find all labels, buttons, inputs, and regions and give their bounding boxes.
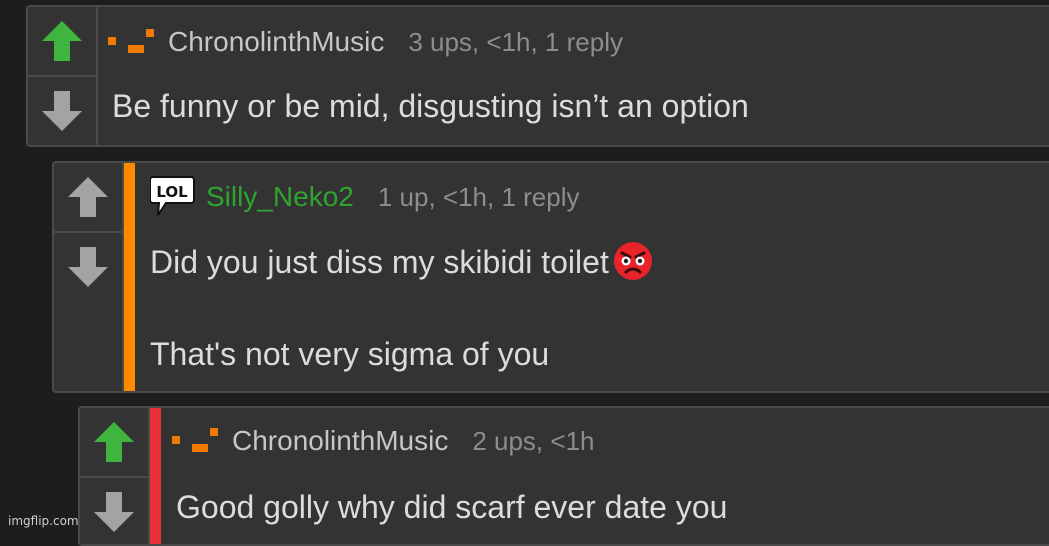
comment-text: Be funny or be mid, disgusting isn’t an …	[112, 88, 749, 124]
comment-content: ChronolinthMusic 3 ups, <1h, 1 reply Be …	[28, 7, 1049, 145]
comment-content: ChronolinthMusic 2 ups, <1h Good golly w…	[80, 408, 1049, 544]
comment-content: LOL Silly_Neko2 1 up, <1h, 1 reply Did y…	[54, 163, 1049, 391]
comment-stats: 2 ups, <1h	[472, 425, 595, 456]
comment-stats: 1 up, <1h, 1 reply	[377, 181, 580, 212]
comment-text: Did you just diss my skibidi toilet	[150, 244, 609, 280]
comment-line-1: Did you just diss my skibidi toilet	[150, 241, 653, 281]
comment-stats: 3 ups, <1h, 1 reply	[408, 26, 623, 57]
angry-face-emoji-icon	[613, 242, 652, 280]
imgflip-watermark: imgflip.com	[8, 514, 79, 528]
comment-2: LOL Silly_Neko2 1 up, <1h, 1 reply Did y…	[52, 161, 1049, 393]
flair-text: LOL	[156, 183, 188, 201]
comment-line-2: That's not very sigma of you	[150, 336, 550, 372]
comment-1: ChronolinthMusic 3 ups, <1h, 1 reply Be …	[26, 5, 1049, 147]
stair-blocks-icon	[108, 29, 154, 53]
username-link[interactable]: ChronolinthMusic	[168, 26, 384, 58]
username-link[interactable]: ChronolinthMusic	[232, 425, 448, 457]
stair-blocks-icon	[172, 428, 218, 452]
comment-3: ChronolinthMusic 2 ups, <1h Good golly w…	[78, 406, 1049, 546]
username-link[interactable]: Silly_Neko2	[206, 181, 354, 213]
lol-speech-bubble-icon: LOL	[150, 176, 195, 216]
comment-text: Good golly why did scarf ever date you	[176, 489, 728, 525]
